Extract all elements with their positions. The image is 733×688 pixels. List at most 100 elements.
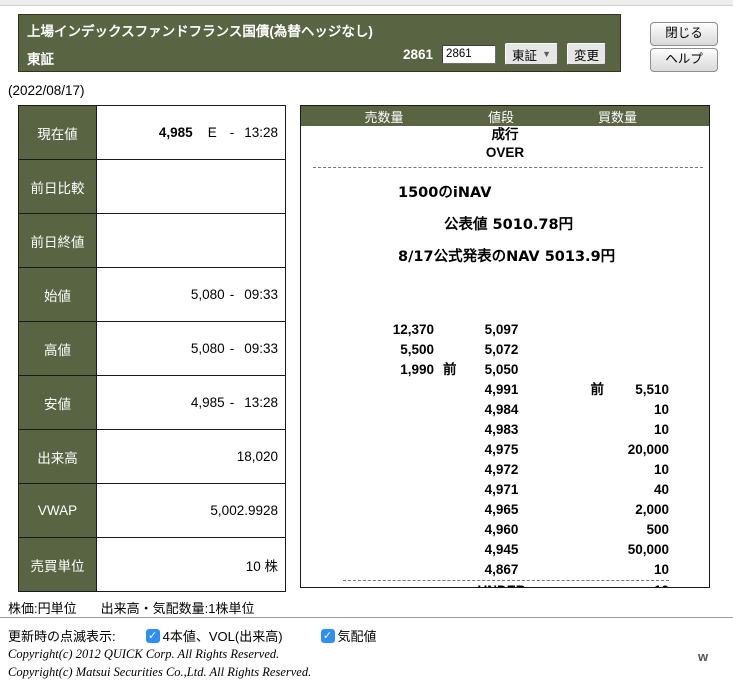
cell-buy: 10 xyxy=(604,420,669,440)
quote-row: 安値4,985-13:28 xyxy=(19,376,286,430)
cell-smark xyxy=(434,440,460,460)
cell-smark xyxy=(434,520,460,540)
copyright-matsui: Copyright(c) Matsui Securities Co.,Ltd. … xyxy=(8,665,311,680)
cell-buy: 20,000 xyxy=(604,440,669,460)
cell-buy: 50,000 xyxy=(604,540,669,560)
cell-buy: 2,000 xyxy=(604,500,669,520)
cell-buy: 500 xyxy=(604,520,669,540)
order-book-panel: 売数量 値段 買数量 成行 OVER 1500のiNAV 公表値 5010.78… xyxy=(300,105,710,588)
cell-bmark: 前 xyxy=(543,380,604,400)
close-button[interactable]: 閉じる xyxy=(650,22,718,46)
quote-row: 高値5,080-09:33 xyxy=(19,322,286,376)
order-book-header: 売数量 値段 買数量 xyxy=(301,106,709,126)
cell-price: 4,945 xyxy=(460,540,543,560)
cell-buy: 10 xyxy=(604,400,669,420)
stock-code: 2861 xyxy=(403,47,433,62)
footer-divider xyxy=(0,617,733,618)
cell-sell xyxy=(301,480,434,500)
cell-bmark xyxy=(543,560,604,580)
quote-row: 始値5,080-09:33 xyxy=(19,268,286,322)
quote-table-body: 現在値4,985E-13:28前日比較前日終値始値5,080-09:33高値5,… xyxy=(19,106,286,592)
cell-buy: 10 xyxy=(604,560,669,580)
market-select-label: 東証 xyxy=(512,45,537,64)
order-book-row: 4,975 20,000 xyxy=(301,440,709,460)
cell-price: 4,965 xyxy=(460,500,543,520)
cell-bmark xyxy=(543,460,604,480)
ohlc-checkbox[interactable]: ✓ xyxy=(146,629,160,643)
cell-sell xyxy=(301,500,434,520)
cell-bmark xyxy=(543,340,604,360)
code-input[interactable] xyxy=(442,45,496,64)
cell-sell xyxy=(301,380,434,400)
ohlc-checkbox-group: ✓ 4本値、VOL(出来高) xyxy=(146,626,283,645)
market-select[interactable]: 東証 ▼ xyxy=(505,43,558,65)
cell-bmark xyxy=(543,440,604,460)
inav-note-line3: 8/17公式発表のNAV 5013.9円 xyxy=(398,245,709,266)
cell-price: 4,984 xyxy=(460,400,543,420)
header-bar: 上場インデックスファンドフランス国債(為替ヘッジなし) 東証 2861 東証 ▼… xyxy=(18,14,621,72)
order-book-row: 4,86710 xyxy=(301,560,709,580)
header-price: 値段 xyxy=(467,107,535,126)
cell-sell xyxy=(301,420,434,440)
quote-row-value: 5,080-09:33 xyxy=(97,268,286,322)
quote-row-value: 5,002.9928 xyxy=(97,484,286,538)
cell-price: UNDER xyxy=(460,581,543,588)
order-book-row: 4,971 40 xyxy=(301,480,709,500)
order-book-row: 4,965 2,000 xyxy=(301,500,709,520)
quote-row-label: 出来高 xyxy=(19,430,97,484)
cell-bmark xyxy=(543,500,604,520)
cell-price: 4,971 xyxy=(460,480,543,500)
blink-settings-row: 更新時の点滅表示: ✓ 4本値、VOL(出来高) ✓ 気配値 xyxy=(8,626,377,645)
watermark-letter: w xyxy=(698,649,708,664)
cell-bmark xyxy=(543,360,604,380)
cell-bmark xyxy=(543,520,604,540)
order-book-row: 4,98310 xyxy=(301,420,709,440)
help-button[interactable]: ヘルプ xyxy=(650,48,718,72)
blink-settings-label: 更新時の点滅表示: xyxy=(8,626,116,645)
cell-buy xyxy=(604,360,669,380)
cell-smark xyxy=(434,460,460,480)
cell-bmark xyxy=(543,581,604,588)
order-book-row: 4,945 50,000 xyxy=(301,540,709,560)
order-book-row: 1,990前5,050 xyxy=(301,360,709,380)
cell-bmark xyxy=(543,320,604,340)
cell-price: 4,960 xyxy=(460,520,543,540)
cell-buy xyxy=(604,340,669,360)
inav-note-line2: 公表値 5010.78円 xyxy=(444,213,709,234)
quote-row-label: 始値 xyxy=(19,268,97,322)
order-book-rows: 12,3705,0975,5005,0721,990前5,0504,991前5,… xyxy=(301,320,709,580)
market-order-row: 成行 xyxy=(301,126,709,144)
change-button[interactable]: 変更 xyxy=(567,43,606,65)
cell-bmark xyxy=(543,480,604,500)
quote-row: 売買単位10 株 xyxy=(19,538,286,592)
units-note-price: 株価:円単位 xyxy=(8,601,77,616)
order-book-row: 4,960 500 xyxy=(301,520,709,540)
cell-price: 5,097 xyxy=(460,320,543,340)
cell-price: 5,072 xyxy=(460,340,543,360)
cell-buy: 10 xyxy=(604,581,669,588)
order-book-row: 4,991前5,510 xyxy=(301,380,709,400)
cell-buy: 40 xyxy=(604,480,669,500)
quote-row-value: 4,985-13:28 xyxy=(97,376,286,430)
cell-smark xyxy=(434,340,460,360)
copyright-quick: Copyright(c) 2012 QUICK Corp. All Rights… xyxy=(8,647,279,662)
cell-bmark xyxy=(543,540,604,560)
quote-row-value: 5,080-09:33 xyxy=(97,322,286,376)
quote-row-label: 高値 xyxy=(19,322,97,376)
cell-sell: 5,500 xyxy=(301,340,434,360)
cell-buy: 10 xyxy=(604,460,669,480)
quote-checkbox[interactable]: ✓ xyxy=(321,629,335,643)
quote-row-value xyxy=(97,160,286,214)
cell-sell: 1,990 xyxy=(301,360,434,380)
header-buy-qty: 買数量 xyxy=(535,107,700,126)
cell-price: 4,975 xyxy=(460,440,543,460)
order-book-row: 4,97210 xyxy=(301,460,709,480)
checkmark-icon: ✓ xyxy=(148,630,157,642)
cell-bmark xyxy=(543,420,604,440)
over-row: OVER xyxy=(301,144,709,162)
cell-smark xyxy=(434,500,460,520)
cell-sell xyxy=(301,440,434,460)
cell-smark: 前 xyxy=(434,360,460,380)
cell-sell xyxy=(301,540,434,560)
exchange-label: 東証 xyxy=(27,48,54,68)
